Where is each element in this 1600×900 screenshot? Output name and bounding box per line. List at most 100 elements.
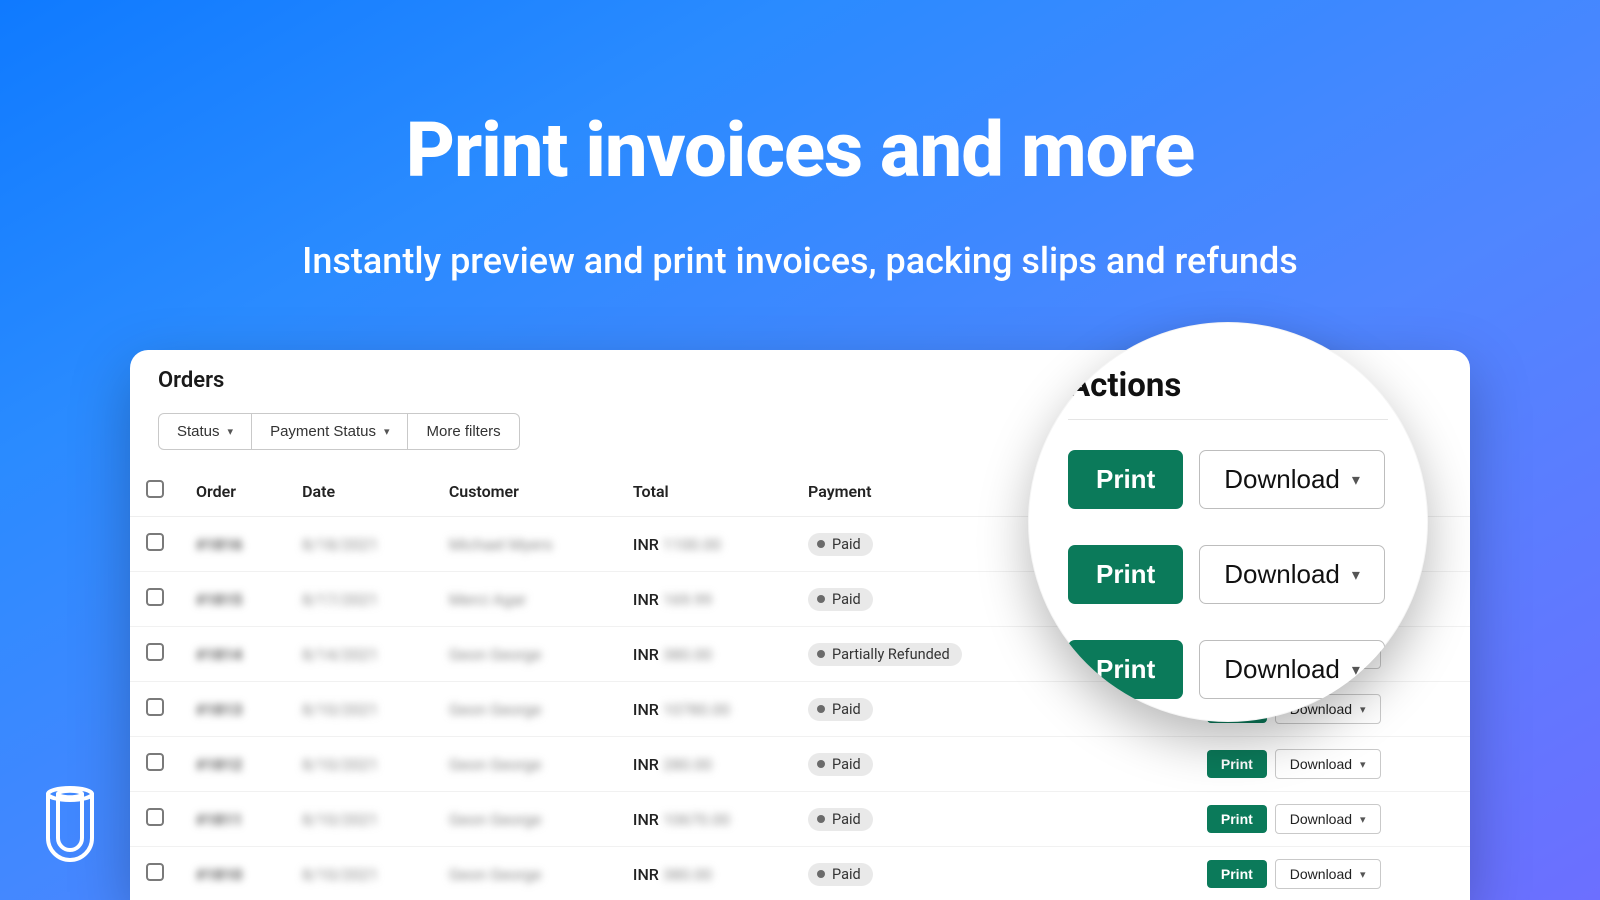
order-date: 8/14/2021 [302,645,378,664]
magnifier-row: Print Download ▾ [1068,545,1388,604]
payment-status: Paid [832,591,861,608]
select-all-checkbox[interactable] [146,480,164,498]
download-label: Download [1224,559,1340,590]
order-id: #1812 [196,755,242,774]
customer-name: Michael Myers [449,535,553,554]
download-button[interactable]: Download ▾ [1199,640,1385,699]
order-id: #1811 [196,810,242,829]
payment-status: Partially Refunded [832,646,950,663]
customer-name: Merci Agar [449,590,527,609]
payment-status: Paid [832,756,861,773]
column-date: Date [286,468,433,517]
status-dot-icon [817,815,825,823]
caret-down-icon: ▾ [1352,470,1360,490]
row-checkbox[interactable] [146,808,164,826]
currency: INR [633,755,659,774]
currency: INR [633,700,659,719]
download-label: Download [1224,464,1340,495]
customer-name: Geon George [449,810,542,829]
row-checkbox[interactable] [146,863,164,881]
order-date: 8/10/2021 [302,755,378,774]
payment-badge: Paid [808,588,873,611]
status-dot-icon [817,540,825,548]
print-button[interactable]: Print [1068,450,1183,509]
payment-badge: Paid [808,808,873,831]
order-amount: 10780.00 [663,700,730,719]
row-checkbox[interactable] [146,588,164,606]
hero: Print invoices and more Instantly previe… [0,0,1600,282]
column-payment: Payment [792,468,1044,517]
download-button[interactable]: Download ▾ [1275,804,1381,834]
payment-badge: Paid [808,698,873,721]
payment-badge: Paid [808,863,873,886]
caret-down-icon: ▾ [1352,660,1360,680]
table-row: #1812 8/10/2021 Geon George INR 280.00 Paid P… [130,737,1470,792]
currency: INR [633,865,659,884]
download-button[interactable]: Download ▾ [1199,545,1385,604]
download-label: Download [1290,811,1352,827]
table-row: #18118/10/2021Geon GeorgeINR 10670.00Pai… [130,792,1470,847]
currency: INR [633,810,659,829]
order-date: 8/17/2021 [302,590,378,609]
print-button[interactable]: Print [1207,805,1267,833]
payment-status-filter-button[interactable]: Payment Status ▾ [252,413,407,450]
download-button[interactable]: Download ▾ [1275,749,1381,779]
customer-name: Geon George [449,755,542,774]
status-dot-icon [817,595,825,603]
currency: INR [633,590,659,609]
payment-status: Paid [832,701,861,718]
download-button[interactable]: Download ▾ [1275,859,1381,889]
row-checkbox[interactable] [146,753,164,771]
payment-status: Paid [832,811,861,828]
caret-down-icon: ▾ [1360,758,1366,771]
payment-status: Paid [832,866,861,883]
more-filters-button[interactable]: More filters [407,413,519,450]
print-button[interactable]: Print [1207,860,1267,888]
caret-down-icon: ▾ [1360,868,1366,881]
payment-status: Paid [832,536,861,553]
order-amount: 10670.00 [663,810,730,829]
print-button[interactable]: Print [1068,640,1183,699]
row-checkbox[interactable] [146,533,164,551]
order-amount: 169.99 [663,590,712,609]
order-date: 8/10/2021 [302,865,378,884]
customer-name: Geon George [449,865,542,884]
order-id: #1813 [196,700,242,719]
order-amount: 280.00 [663,755,712,774]
status-filter-button[interactable]: Status ▾ [158,413,252,450]
print-button[interactable]: Print [1207,750,1267,778]
download-button[interactable]: Download ▾ [1199,450,1385,509]
download-label: Download [1290,756,1352,772]
magnifier-callout: Actions Print Download ▾ Print Download … [1028,322,1428,722]
caret-down-icon: ▾ [1352,565,1360,585]
row-checkbox[interactable] [146,643,164,661]
column-total: Total [617,468,792,517]
currency: INR [633,645,659,664]
caret-down-icon: ▾ [384,425,390,438]
payment-status-filter-label: Payment Status [270,423,376,440]
payment-badge: Paid [808,753,873,776]
download-label: Download [1224,654,1340,685]
payment-badge: Partially Refunded [808,643,962,666]
caret-down-icon: ▾ [1360,813,1366,826]
order-id: #1815 [196,590,242,609]
more-filters-label: More filters [426,423,500,440]
download-label: Download [1290,866,1352,882]
status-dot-icon [817,870,825,878]
order-amount: 1100.00 [663,535,721,554]
customer-name: Geon George [449,700,542,719]
status-dot-icon [817,760,825,768]
magnifier-row: Print Download ▾ [1068,450,1388,509]
print-button[interactable]: Print [1068,545,1183,604]
status-dot-icon [817,705,825,713]
table-row: #1810 8/10/2021 Geon George INR 380.00 Paid P… [130,847,1470,900]
order-id: #1810 [196,865,242,884]
status-filter-label: Status [177,423,220,440]
caret-down-icon: ▾ [228,425,234,438]
order-amount: 380.00 [663,645,712,664]
row-checkbox[interactable] [146,698,164,716]
magnifier-title: Actions [1068,366,1388,420]
order-id: #1816 [196,535,242,554]
status-dot-icon [817,650,825,658]
order-amount: 380.00 [663,865,712,884]
